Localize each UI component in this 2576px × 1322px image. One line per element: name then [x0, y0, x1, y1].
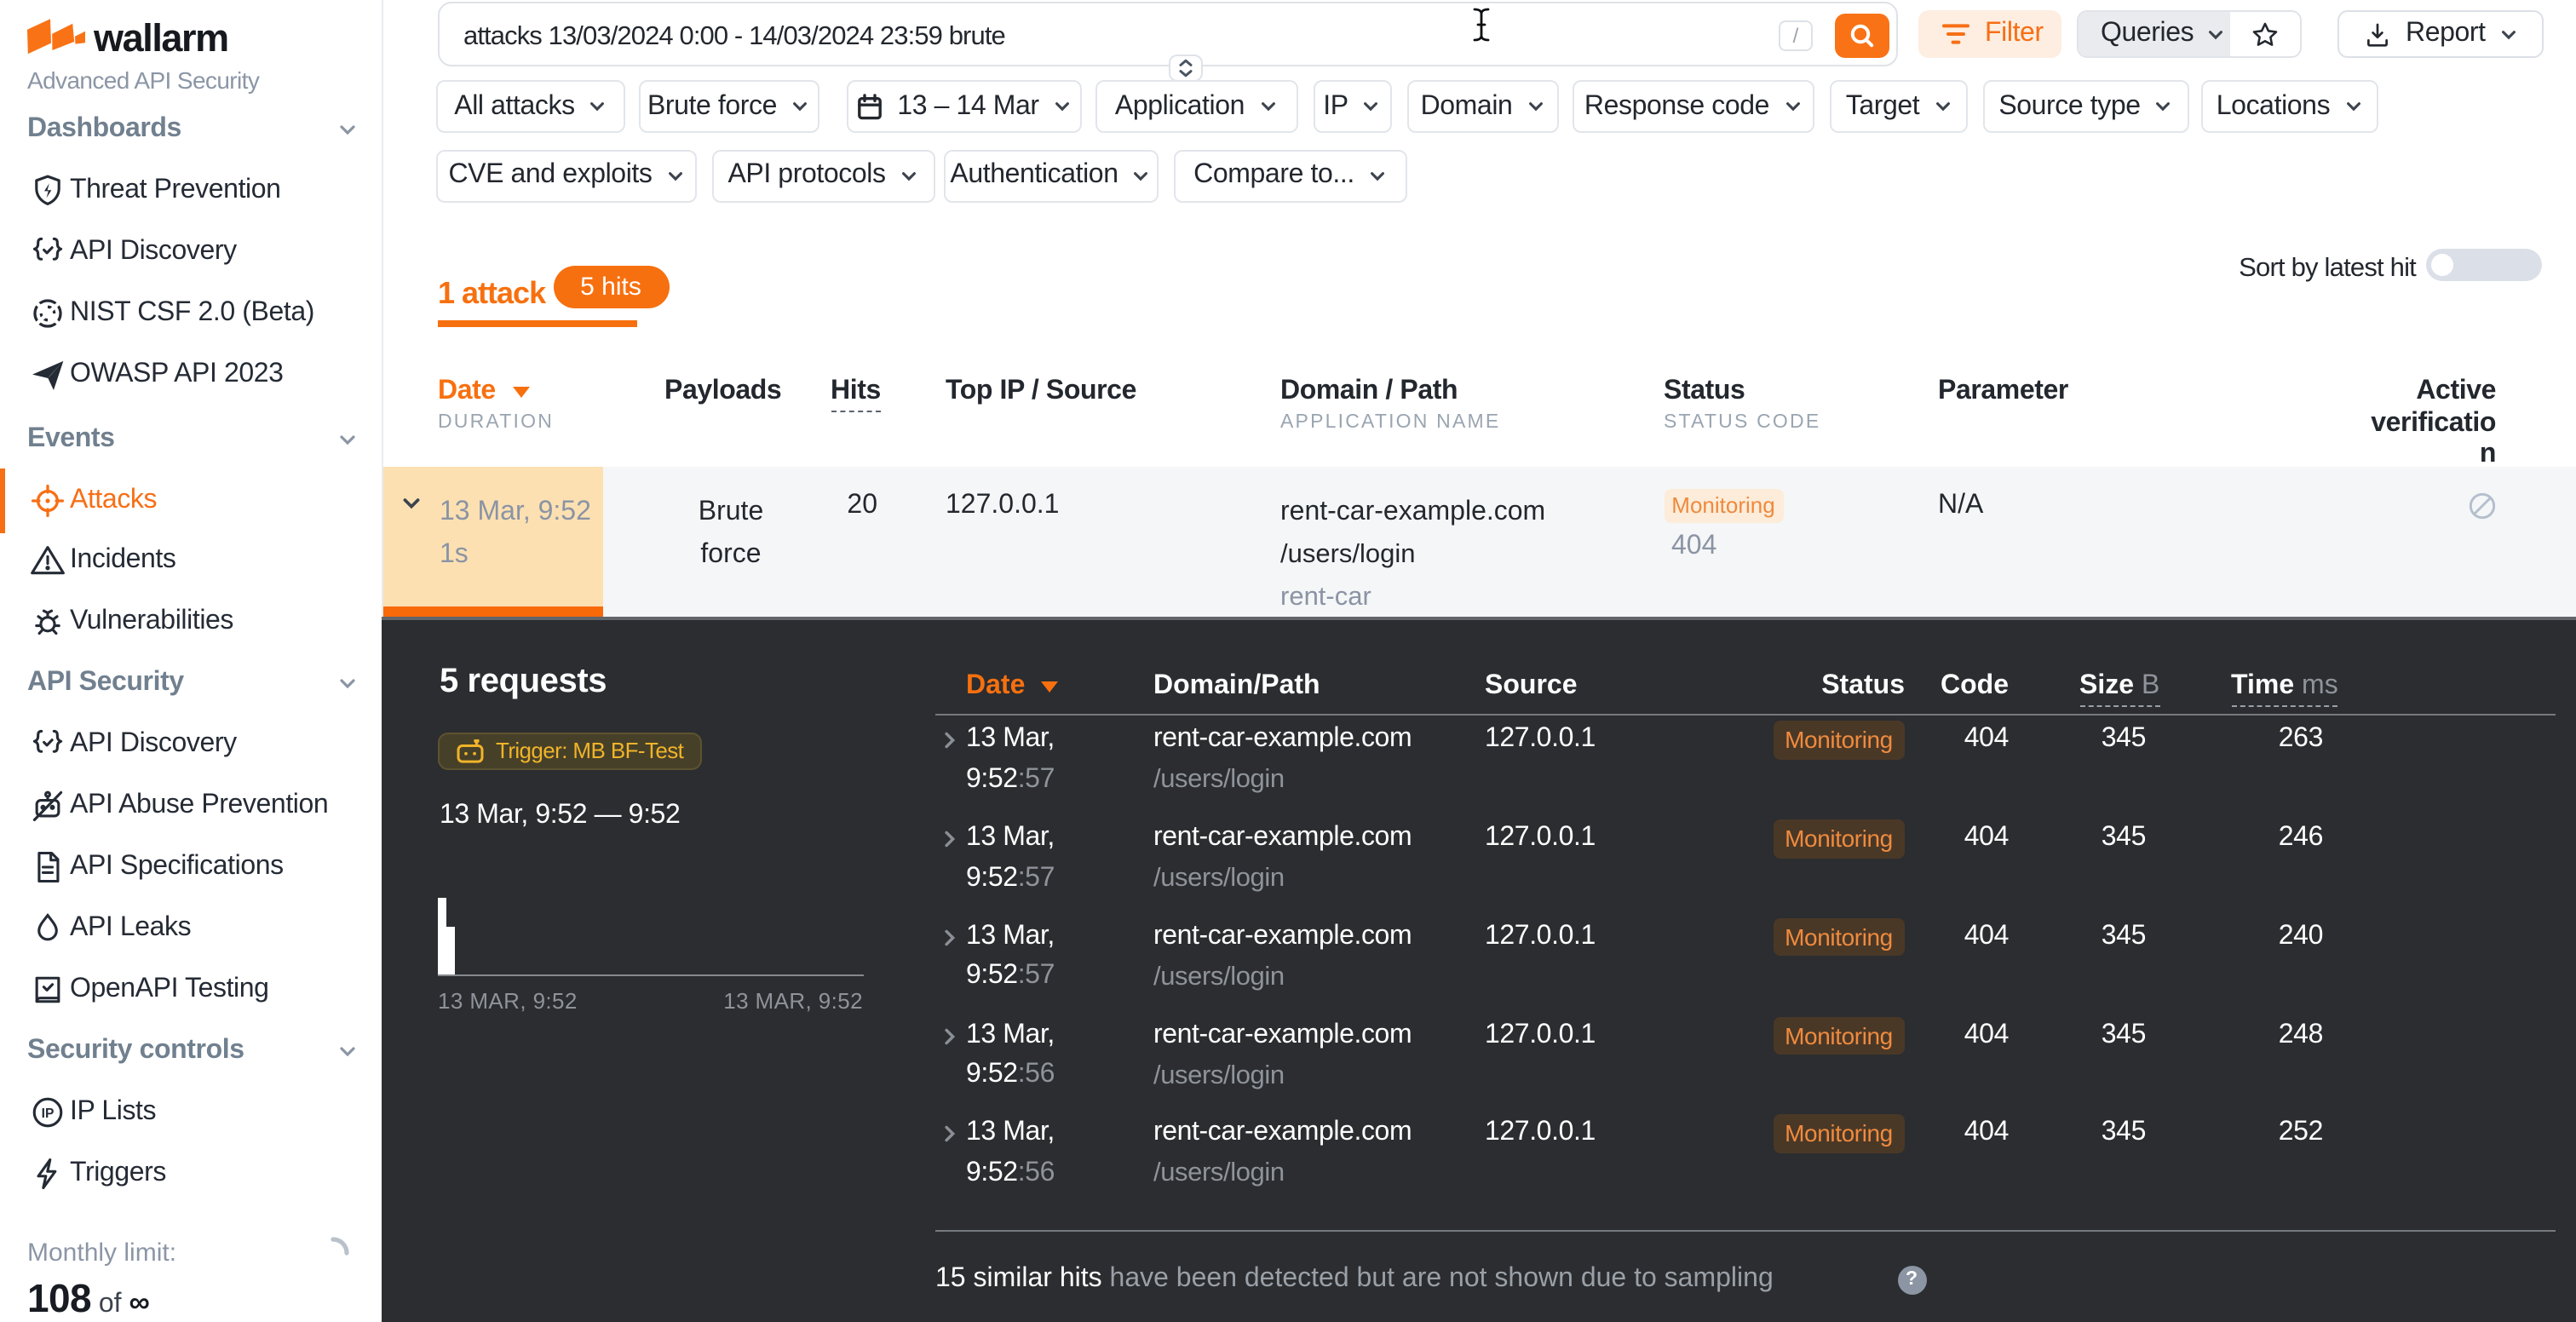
- svg-text:IP: IP: [42, 1106, 55, 1120]
